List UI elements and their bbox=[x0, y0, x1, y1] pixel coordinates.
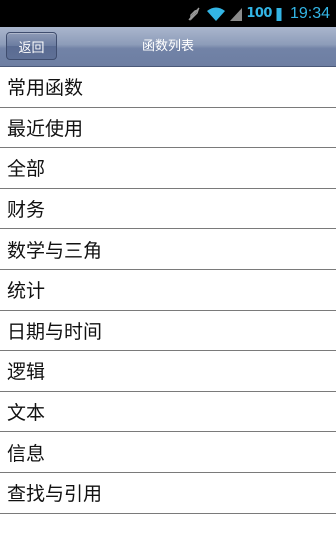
mute-icon bbox=[186, 6, 202, 22]
status-icons: 100 19:34 bbox=[186, 0, 330, 27]
list-item-date-time[interactable]: 日期与时间 bbox=[0, 310, 336, 352]
list-item-logical[interactable]: 逻辑 bbox=[0, 351, 336, 392]
list-item-common-functions[interactable]: 常用函数 bbox=[0, 67, 336, 108]
signal-icon bbox=[230, 6, 243, 22]
list-item-lookup-reference[interactable]: 查找与引用 bbox=[0, 472, 336, 514]
list-item-financial[interactable]: 财务 bbox=[0, 188, 336, 230]
list-item-math-trig[interactable]: 数学与三角 bbox=[0, 229, 336, 270]
back-button[interactable]: 返回 bbox=[6, 32, 57, 60]
list-item-information[interactable]: 信息 bbox=[0, 432, 336, 473]
status-bar: 100 19:34 bbox=[0, 0, 336, 27]
list-item-recently-used[interactable]: 最近使用 bbox=[0, 107, 336, 149]
list-item-statistical[interactable]: 统计 bbox=[0, 269, 336, 311]
battery-level: 100 bbox=[246, 6, 272, 21]
list-item-text[interactable]: 文本 bbox=[0, 391, 336, 433]
wifi-icon bbox=[206, 6, 226, 22]
title-bar: 函数列表 返回 bbox=[0, 27, 336, 67]
status-clock: 19:34 bbox=[289, 4, 330, 22]
function-category-list: 常用函数 最近使用 全部 财务 数学与三角 统计 日期与时间 逻辑 文本 信息 … bbox=[0, 67, 336, 514]
battery-icon bbox=[276, 6, 282, 22]
list-item-all[interactable]: 全部 bbox=[0, 148, 336, 189]
